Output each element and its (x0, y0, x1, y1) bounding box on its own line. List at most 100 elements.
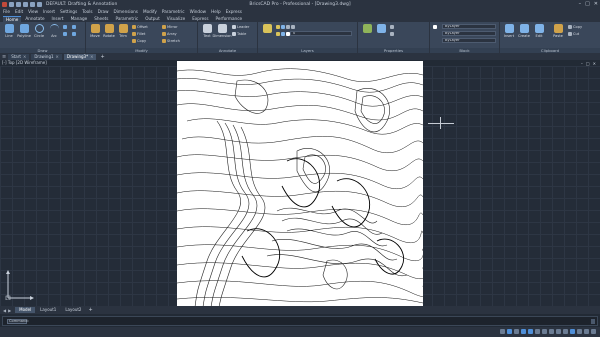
workspace-selector[interactable]: DEFAULT: Drafting & Annotation (46, 2, 117, 7)
annotation-scale-icon[interactable] (577, 329, 582, 334)
app-logo-icon[interactable] (2, 1, 7, 7)
layer-tools-row-1 (276, 25, 295, 29)
draw-extra-3[interactable] (72, 25, 76, 29)
draw-extra-1[interactable] (63, 25, 67, 29)
open-icon[interactable] (16, 1, 21, 7)
strack-icon[interactable] (535, 329, 540, 334)
menu-edit[interactable]: Edit (15, 9, 23, 14)
layer-freeze-icon[interactable] (281, 25, 285, 29)
trim-button[interactable]: Trim (117, 24, 129, 44)
linetype-dropdown[interactable]: ByLayer (442, 31, 496, 36)
table-button[interactable]: Table (232, 32, 246, 36)
command-input[interactable]: Command: (7, 319, 29, 324)
text-button[interactable]: Text (201, 24, 213, 44)
menu-draw[interactable]: Draw (98, 9, 109, 14)
layer-match-icon[interactable] (291, 25, 295, 29)
mirror-button[interactable]: Mirror (162, 25, 178, 29)
line-button[interactable]: Line (3, 24, 15, 44)
contour-map-drawing[interactable] (177, 61, 423, 307)
stretch-button[interactable]: Stretch (162, 39, 180, 43)
create-block-button[interactable]: Create (518, 24, 530, 44)
close-icon[interactable]: × (56, 54, 59, 60)
lineweight-icon[interactable] (542, 329, 547, 334)
copy-button[interactable]: Copy (132, 39, 146, 43)
last-layout-icon[interactable]: ▶ (8, 308, 11, 313)
minimize-button[interactable]: – (579, 1, 582, 7)
doc-tab-drawing1[interactable]: Drawing1 × (31, 53, 62, 60)
dynamic-dimension-icon[interactable] (570, 329, 575, 334)
spline-icon (72, 32, 76, 36)
paste-button[interactable]: Paste (552, 24, 564, 44)
workspace-gear-icon[interactable] (584, 329, 589, 334)
layout-tab-layout1[interactable]: Layout1 (36, 307, 60, 313)
new-icon[interactable] (9, 1, 14, 7)
doc-tab-start[interactable]: Start × (8, 53, 30, 60)
command-line[interactable]: Command: (2, 316, 598, 326)
color-dropdown[interactable]: ByLayer (442, 24, 496, 29)
leader-button[interactable]: Leader (232, 25, 249, 29)
layer-dropdown[interactable]: 0 (290, 31, 352, 36)
undo-icon[interactable] (30, 1, 35, 7)
array-button[interactable]: Array (162, 32, 177, 36)
redo-icon[interactable] (37, 1, 42, 7)
ortho-icon[interactable] (514, 329, 519, 334)
menu-dimensions[interactable]: Dimensions (114, 9, 138, 14)
menu-parametric[interactable]: Parametric (162, 9, 185, 14)
rotate-button[interactable]: Rotate (103, 24, 115, 44)
layout-tab-layout2[interactable]: Layout2 (61, 307, 85, 313)
menu-settings[interactable]: Settings (60, 9, 77, 14)
match-properties-button[interactable] (361, 24, 373, 44)
copy-clip-button[interactable]: Copy (568, 25, 582, 29)
ribbon-tabs: Home Annotate Insert Manage Sheets Param… (0, 15, 600, 22)
arc-button[interactable]: Arc (48, 24, 60, 44)
polyline-button[interactable]: Polyline (17, 24, 31, 44)
close-icon[interactable]: × (23, 54, 26, 60)
offset-button[interactable]: Offset (132, 25, 148, 29)
quad-icon[interactable] (556, 329, 561, 334)
move-button[interactable]: Move (89, 24, 101, 44)
props-extra-1[interactable] (390, 25, 394, 29)
close-icon[interactable]: × (90, 54, 93, 60)
menu-icon[interactable]: ≡ (2, 54, 6, 60)
doc-tab-drawing3[interactable]: Drawing3* × (63, 53, 97, 60)
properties-button[interactable] (375, 24, 387, 44)
rectangle-icon (63, 25, 67, 29)
rt-icon[interactable] (563, 329, 568, 334)
insert-block-button[interactable]: Insert (503, 24, 515, 44)
grid-icon[interactable] (507, 329, 512, 334)
menu-help[interactable]: Help (211, 9, 221, 14)
fillet-button[interactable]: Fillet (132, 32, 145, 36)
first-layout-icon[interactable]: ◀ (3, 308, 6, 313)
customize-icon[interactable] (591, 329, 596, 334)
menu-express[interactable]: Express (226, 9, 242, 14)
close-button[interactable]: ✕ (594, 1, 598, 7)
menu-window[interactable]: Window (190, 9, 207, 14)
menu-modify[interactable]: Modify (143, 9, 157, 14)
layer-on-icon[interactable] (276, 25, 280, 29)
doc-tab-label: Start (11, 53, 21, 59)
command-scrollbar[interactable] (591, 319, 595, 324)
menu-view[interactable]: View (28, 9, 38, 14)
props-extra-2[interactable] (390, 32, 394, 36)
menu-insert[interactable]: Insert (43, 9, 55, 14)
draw-extra-4[interactable] (72, 32, 76, 36)
tips-icon[interactable] (549, 329, 554, 334)
esnap-icon[interactable] (528, 329, 533, 334)
menu-tools[interactable]: Tools (82, 9, 92, 14)
circle-button[interactable]: Circle (33, 24, 45, 44)
add-layout-icon[interactable]: + (86, 307, 94, 313)
layout-tab-model[interactable]: Model (15, 307, 36, 313)
edit-block-button[interactable]: Edit (533, 24, 545, 44)
lineweight-dropdown[interactable]: ByLayer (442, 38, 496, 43)
layer-lock-icon[interactable] (286, 25, 290, 29)
save-icon[interactable] (23, 1, 28, 7)
cut-button[interactable]: Cut (568, 32, 579, 36)
draw-extra-2[interactable] (63, 32, 67, 36)
layers-button[interactable] (261, 24, 273, 44)
dimension-button[interactable]: Dimension (212, 24, 232, 44)
polar-icon[interactable] (521, 329, 526, 334)
snap-icon[interactable] (500, 329, 505, 334)
maximize-button[interactable]: □ (585, 1, 590, 7)
menu-file[interactable]: File (3, 9, 10, 14)
new-tab-icon[interactable]: + (98, 54, 106, 60)
